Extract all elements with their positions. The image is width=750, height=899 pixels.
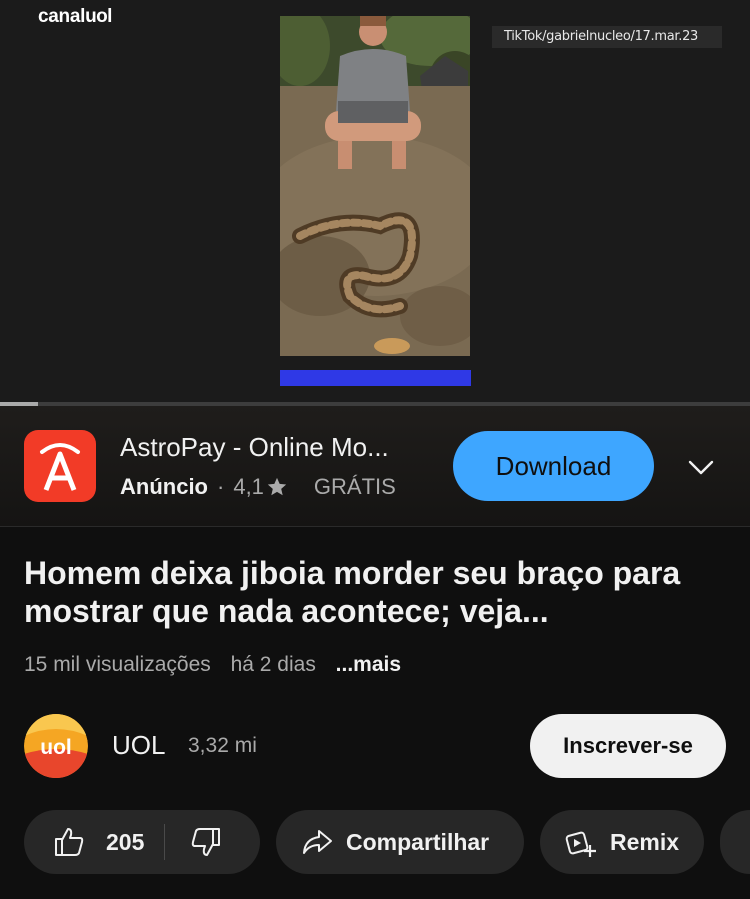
video-title[interactable]: Homem deixa jiboia morder seu braço para… [24, 554, 724, 630]
more-link[interactable]: ...mais [336, 653, 401, 676]
share-label: Compartilhar [346, 828, 490, 855]
watermark-part1: canal [38, 6, 86, 27]
share-icon [303, 830, 332, 854]
thumbs-up-icon[interactable] [52, 825, 86, 859]
subscribe-button[interactable]: Inscrever-se [530, 714, 726, 778]
remix-icon [565, 831, 596, 857]
remix-label: Remix [610, 828, 680, 855]
watermark-part2: uol [85, 6, 112, 27]
ad-app-name[interactable]: AstroPay - Online Mo... [120, 432, 440, 463]
ad-meta: Anúncio · 4,1 GRÁTIS [120, 474, 396, 500]
ad-separator: · [217, 474, 225, 499]
chevron-down-icon[interactable] [686, 452, 716, 482]
like-dislike-group: 205 [24, 810, 260, 874]
channel-name[interactable]: UOL [112, 730, 165, 761]
ad-banner[interactable]: AstroPay - Online Mo... Anúncio · 4,1 GR… [0, 406, 750, 526]
like-count[interactable]: 205 [106, 829, 144, 856]
svg-text:uol: uol [40, 736, 72, 759]
video-stats[interactable]: 15 mil visualizações há 2 dias ...mais [24, 653, 415, 677]
view-count: 15 mil visualizações [24, 653, 211, 676]
ad-label: Anúncio [120, 474, 208, 499]
source-credit-label: TikTok/gabrielnucleo/17.mar.23 [492, 26, 722, 48]
share-button[interactable]: Compartilhar [276, 810, 524, 874]
video-player[interactable]: canaluol TikTok/gabrielnucleo/17.mar.23 [0, 0, 750, 402]
star-icon [267, 477, 287, 496]
video-frame-image [280, 16, 470, 356]
like-separator [164, 824, 166, 860]
caption-bar [280, 370, 471, 386]
subscriber-count: 3,32 mi [188, 734, 257, 757]
astropay-app-icon [24, 430, 96, 502]
more-actions-button[interactable] [720, 810, 750, 874]
upload-age: há 2 dias [230, 653, 316, 676]
download-button[interactable]: Download [453, 431, 654, 501]
ad-rating: 4,1 [233, 474, 264, 499]
channel-watermark: canaluol [38, 6, 112, 28]
ad-price: GRÁTIS [313, 474, 396, 499]
channel-avatar[interactable]: uol [24, 714, 88, 778]
thumbs-down-icon[interactable] [189, 825, 223, 859]
remix-button[interactable]: Remix [540, 810, 704, 874]
divider [0, 526, 750, 527]
